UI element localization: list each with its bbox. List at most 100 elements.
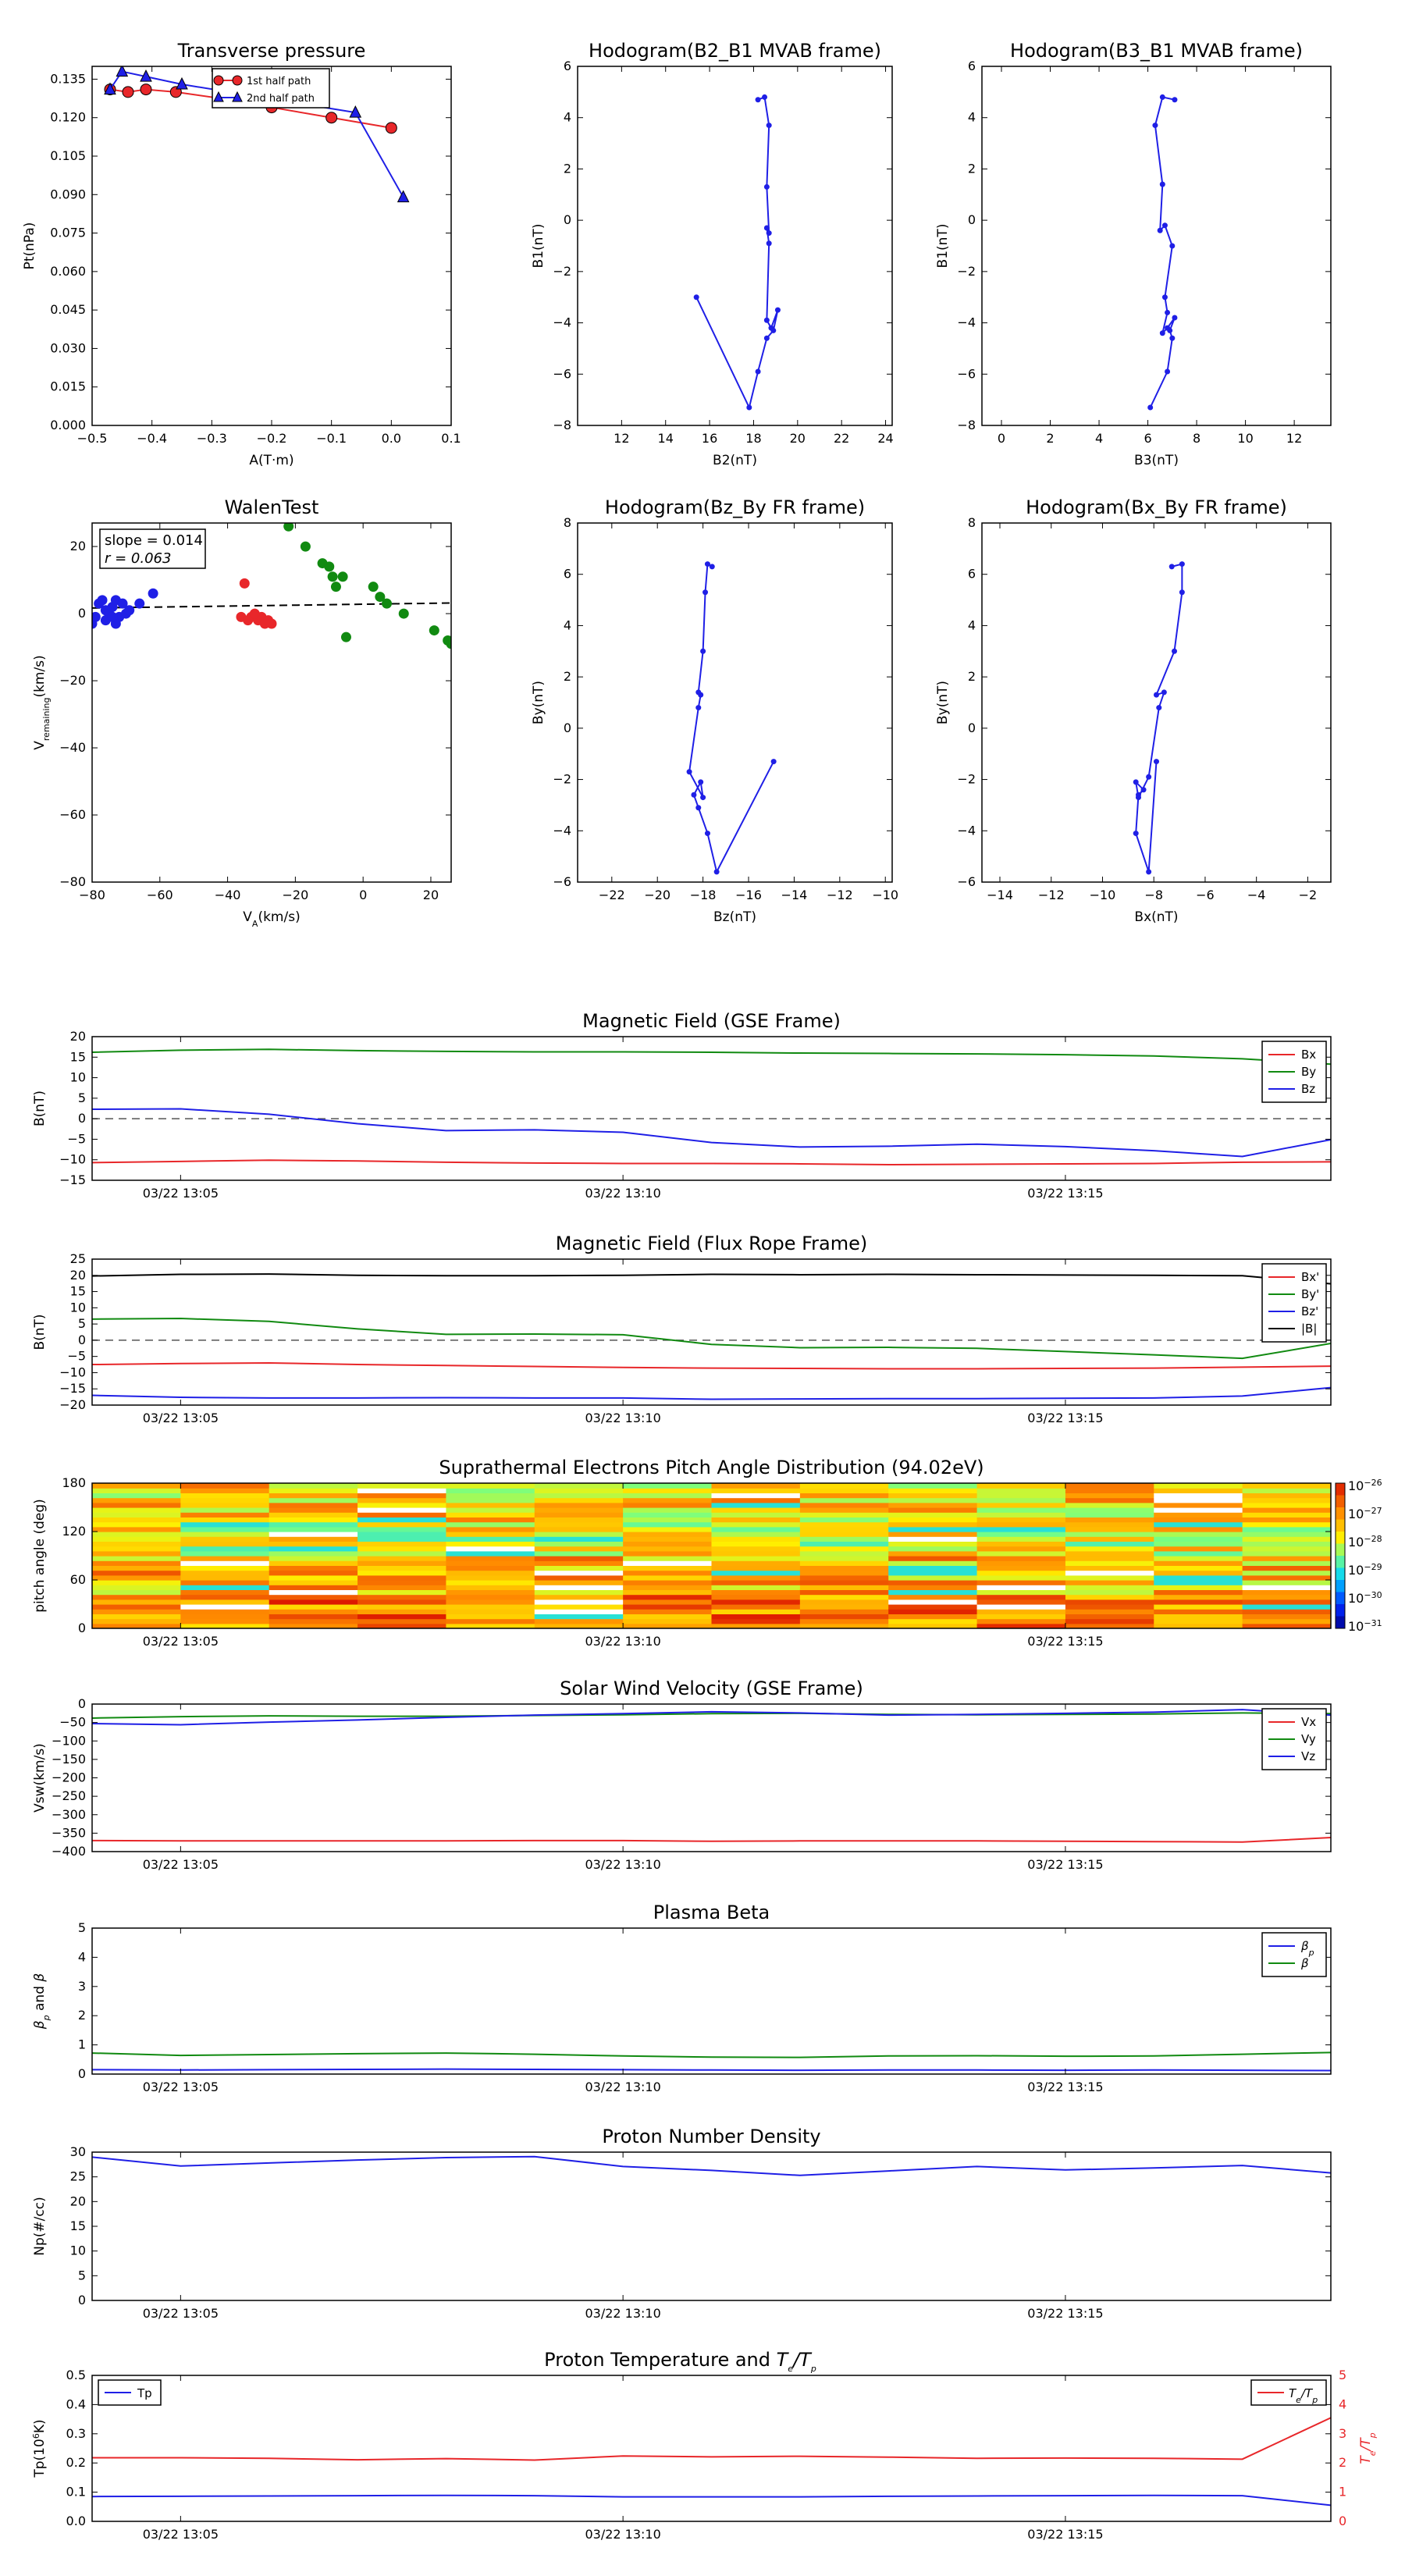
y-tick-label: 2 xyxy=(968,161,976,176)
y-tick-label: 4 xyxy=(968,617,976,632)
heatmap-cell xyxy=(1065,1493,1154,1499)
heatmap-cell xyxy=(269,1488,358,1493)
heatmap-cell xyxy=(976,1560,1066,1566)
series-line xyxy=(92,2155,1331,2176)
data-point xyxy=(97,595,108,606)
data-point xyxy=(1169,243,1176,249)
x-axis-label: B3(nT) xyxy=(1134,453,1179,468)
y-tick-label: −4 xyxy=(957,315,976,330)
heatmap-cell xyxy=(534,1502,624,1508)
heatmap-cell xyxy=(799,1560,889,1566)
heatmap-cell xyxy=(180,1541,270,1547)
y-tick-label: 60 xyxy=(70,1572,86,1587)
heatmap-cell xyxy=(799,1488,889,1493)
data-point xyxy=(1157,227,1163,233)
heatmap-cell xyxy=(1065,1599,1154,1605)
y-tick-label: 0 xyxy=(78,1696,86,1711)
heatmap-cell xyxy=(1065,1546,1154,1552)
heatmap-cell xyxy=(269,1609,358,1614)
data-point xyxy=(140,84,152,96)
x-tick-label: −6 xyxy=(1196,888,1215,902)
chart-hodogram-bx-by: Hodogram(Bx_By FR frame) −14 −12 −10 −8 −6 −4 −… xyxy=(935,496,1332,925)
heatmap-cell xyxy=(888,1497,978,1503)
y-tick-label: −15 xyxy=(59,1172,86,1187)
heatmap-cell xyxy=(1242,1512,1331,1517)
heatmap-cell xyxy=(799,1574,889,1581)
chart-hodogram-bz-by: Hodogram(Bz_By FR frame)−22 −20 −18 −16 −14−… xyxy=(531,496,898,925)
heatmap-cell xyxy=(1242,1574,1331,1581)
x-tick-label: 4 xyxy=(1095,431,1103,446)
x-tick-label: −10 xyxy=(872,888,898,902)
heatmap-cell xyxy=(357,1512,447,1517)
heatmap-cell xyxy=(711,1493,801,1499)
data-point xyxy=(1165,368,1171,375)
plot-area xyxy=(92,2155,1331,2176)
heatmap-cell xyxy=(976,1546,1066,1552)
data-point xyxy=(124,605,135,616)
axes-frame xyxy=(91,1927,1332,2075)
heatmap-cell xyxy=(269,1614,358,1620)
data-point xyxy=(695,689,702,696)
chart-hodogram-b3-b1: Hodogram(B3_B1 MVAB frame) 0 2 4 6 8 10 12 −8 −6 −… xyxy=(935,40,1332,468)
series-line xyxy=(92,2051,1331,2058)
heatmap-cell xyxy=(269,1570,358,1576)
heatmap-cell xyxy=(1154,1556,1243,1561)
legend-marker xyxy=(213,75,224,86)
heatmap-cell xyxy=(92,1614,181,1620)
heatmap-cell xyxy=(357,1488,447,1493)
heatmap-cell xyxy=(180,1532,270,1537)
heatmap-cell xyxy=(799,1532,889,1537)
y-tick-label: 5 xyxy=(78,1316,86,1331)
axes-frame xyxy=(981,522,1332,883)
data-point xyxy=(1179,561,1185,568)
axes-frame xyxy=(91,66,452,426)
x-tick-label: −20 xyxy=(282,888,308,902)
heatmap-cell xyxy=(1065,1536,1154,1542)
series-line xyxy=(695,96,779,410)
heatmap-cell xyxy=(711,1580,801,1585)
heatmap-cell xyxy=(888,1604,978,1610)
x-tick-label: −10 xyxy=(1090,888,1116,902)
y-tick-label: 2 xyxy=(564,161,571,176)
heatmap-cell xyxy=(1154,1599,1243,1605)
y-tick-label-right: 0 xyxy=(1339,2514,1346,2528)
heatmap-cell xyxy=(180,1517,270,1523)
y-tick-label: 6 xyxy=(564,59,571,73)
heatmap-cell xyxy=(799,1618,889,1624)
y-axis-label: B1(nT) xyxy=(935,224,951,269)
heatmap-cell xyxy=(1154,1565,1243,1571)
heatmap-cell xyxy=(1242,1497,1331,1503)
heatmap-cell xyxy=(711,1609,801,1614)
y-tick-label: 180 xyxy=(62,1475,86,1490)
heatmap-cell xyxy=(92,1507,181,1513)
data-point xyxy=(1146,774,1152,780)
data-point xyxy=(1165,309,1171,315)
heatmap-cell xyxy=(976,1483,1066,1489)
chart-transverse-pressure: Transverse pressure −0.5 −0.4 −0.3 −0.2 −0.1 0… xyxy=(22,40,461,468)
heatmap-cell xyxy=(1242,1488,1331,1493)
colorbar-tick-label: 10−30 xyxy=(1348,1590,1382,1606)
y-axis-label: pitch angle (deg) xyxy=(32,1499,48,1613)
y-tick-label: 10 xyxy=(70,1070,86,1085)
heatmap-cell xyxy=(180,1594,270,1600)
series-line xyxy=(92,1709,1331,1726)
heatmap-cell xyxy=(269,1526,358,1532)
heatmap-cell xyxy=(711,1560,801,1566)
heatmap-cell xyxy=(92,1599,181,1605)
heatmap-cell xyxy=(1242,1507,1331,1513)
data-point xyxy=(1172,648,1178,654)
y-axis-label: βp and β xyxy=(32,1973,52,2030)
heatmap-cell xyxy=(269,1599,358,1605)
heatmap-cell xyxy=(180,1497,270,1503)
x-tick-label: 20 xyxy=(790,431,806,446)
heatmap-cell xyxy=(446,1526,535,1532)
heatmap-cell xyxy=(446,1556,535,1561)
panel-title: Suprathermal Electrons Pitch Angle Distr… xyxy=(439,1457,984,1478)
heatmap-cell xyxy=(1065,1604,1154,1610)
heatmap-cell xyxy=(888,1536,978,1542)
x-tick-label: 03/22 13:15 xyxy=(1027,1411,1103,1425)
y-tick-label: 6 xyxy=(968,567,976,582)
series-line xyxy=(92,1318,1331,1360)
y-axis-label: By(nT) xyxy=(935,681,951,724)
heatmap-cell xyxy=(1154,1502,1243,1508)
